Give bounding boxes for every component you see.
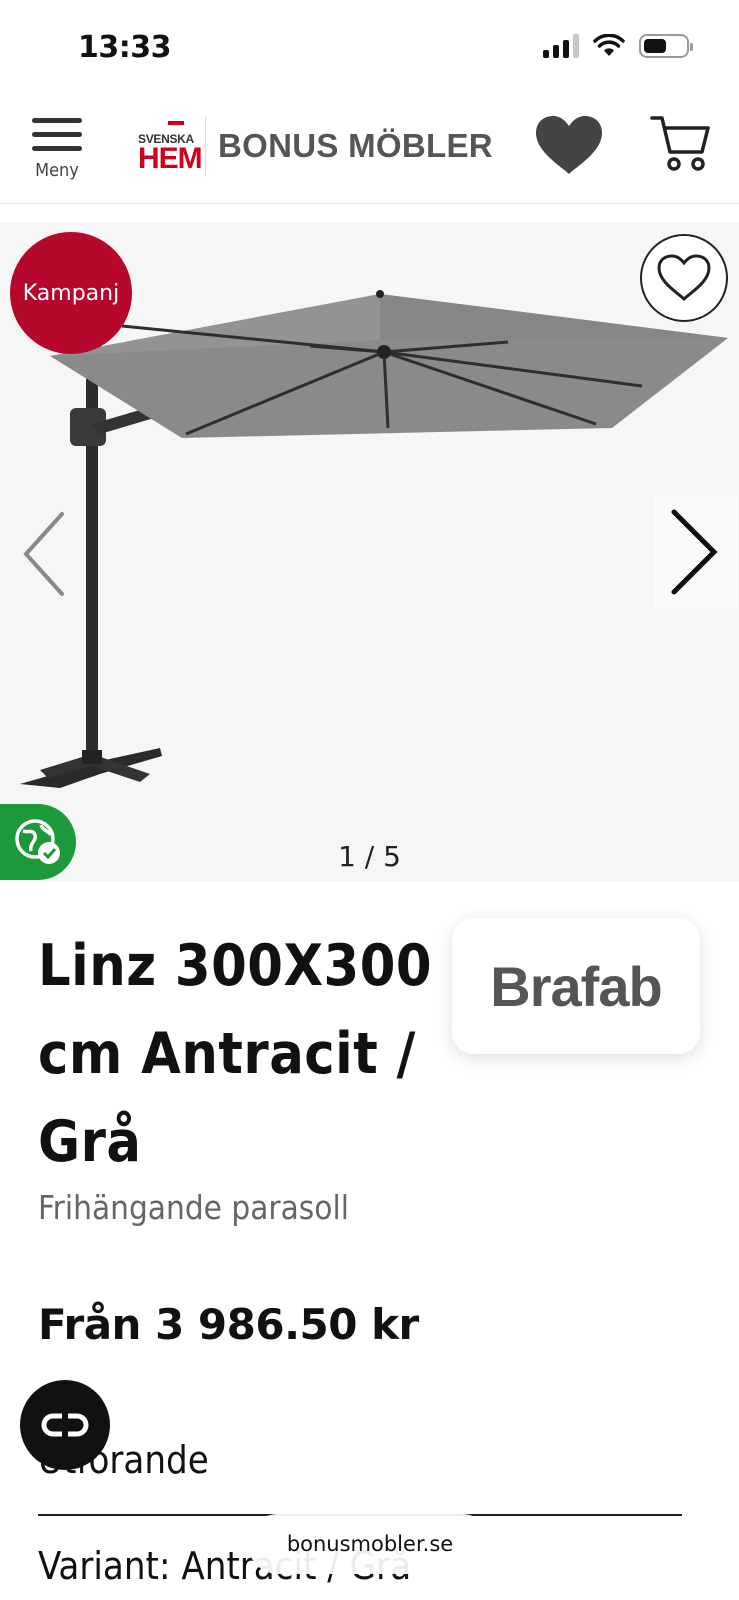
hamburger-icon	[28, 104, 86, 151]
browser-url-bar[interactable]: bonusmobler.se	[248, 1514, 492, 1574]
chat-icon	[41, 1413, 89, 1437]
status-bar: 13:33	[0, 0, 739, 96]
cart-icon[interactable]	[650, 112, 712, 174]
svenska-hem-logo: SVENSKA HEM	[138, 116, 206, 176]
product-gallery[interactable]: Kampanj 1 / 5	[0, 222, 739, 882]
campaign-badge: Kampanj	[10, 232, 132, 354]
brand-card[interactable]: Brafab	[452, 918, 700, 1054]
product-title: Linz 300X300 cm Antracit / Grå	[38, 933, 433, 1175]
favorites-heart-icon[interactable]	[534, 114, 604, 178]
battery-icon	[639, 34, 693, 58]
menu-button[interactable]: Meny	[28, 104, 86, 188]
eco-badge[interactable]	[0, 804, 76, 880]
chat-button[interactable]	[20, 1380, 110, 1470]
site-logo[interactable]: SVENSKA HEM BONUS MÖBLER	[138, 106, 493, 186]
logo-text: BONUS MÖBLER	[218, 127, 493, 164]
brand-name: Brafab	[490, 954, 662, 1018]
site-header: Meny SVENSKA HEM BONUS MÖBLER	[0, 96, 739, 204]
wifi-icon	[593, 34, 625, 56]
next-image-button[interactable]	[654, 496, 738, 608]
menu-label: Meny	[35, 160, 79, 181]
signal-icon	[543, 34, 579, 58]
image-pager: 1 / 5	[338, 840, 401, 873]
wishlist-button[interactable]	[640, 234, 728, 322]
product-subtitle: Frihängande parasoll	[38, 1188, 349, 1227]
status-icons	[543, 34, 693, 58]
prev-image-button[interactable]	[14, 504, 74, 604]
globe-check-icon	[15, 819, 60, 864]
status-time: 13:33	[78, 30, 172, 65]
product-price: Från 3 986.50 kr	[38, 1300, 419, 1349]
heart-outline-icon	[657, 254, 711, 302]
